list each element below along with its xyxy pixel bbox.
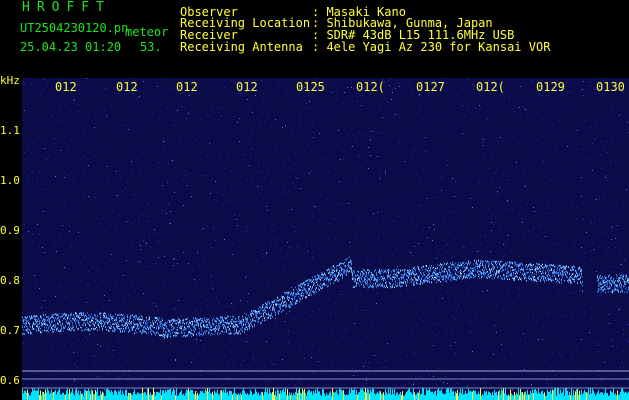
- time-label-7: 0127: [416, 80, 445, 94]
- axis-unit: kHz: [0, 74, 20, 87]
- time-label-8: 012(: [476, 80, 505, 94]
- spectrogram: [22, 78, 629, 400]
- meteor-label: meteor: [125, 25, 169, 39]
- y-label-1-0: 1.0: [0, 174, 20, 187]
- y-label-0-9: 0.9: [0, 224, 20, 237]
- header-panel: HROFFT UT2504230120.pn meteor 25.04.23 0…: [0, 0, 629, 78]
- datetime: 25.04.23 01:20: [20, 40, 122, 54]
- time-label-1: 012: [55, 80, 77, 94]
- y-label-0-7: 0.7: [0, 324, 20, 337]
- time-label-4: 012: [236, 80, 258, 94]
- time-label-3: 012: [176, 80, 198, 94]
- y-label-1-1: 1.1: [0, 124, 20, 137]
- antenna-value: : 4ele Yagi Az 230 for Kansai VOR: [312, 40, 551, 54]
- y-label-0-8: 0.8: [0, 274, 20, 287]
- time-label-2: 012: [116, 80, 138, 94]
- time-label-5: 0125: [296, 80, 325, 94]
- frequency-axis: kHz 1.1 1.0 0.9 0.8 0.7 0.6: [0, 74, 22, 400]
- brand-title: HROFFT: [22, 0, 111, 15]
- meteor-count: 53.: [140, 40, 162, 54]
- filename: UT2504230120.pn: [20, 21, 129, 35]
- time-label-10: 0130: [596, 80, 625, 94]
- spectrogram-canvas: [22, 78, 629, 400]
- time-label-9: 0129: [536, 80, 565, 94]
- antenna-label: Receiving Antenna: [180, 40, 303, 54]
- y-label-0-6: 0.6: [0, 374, 20, 387]
- time-label-6: 012(: [356, 80, 385, 94]
